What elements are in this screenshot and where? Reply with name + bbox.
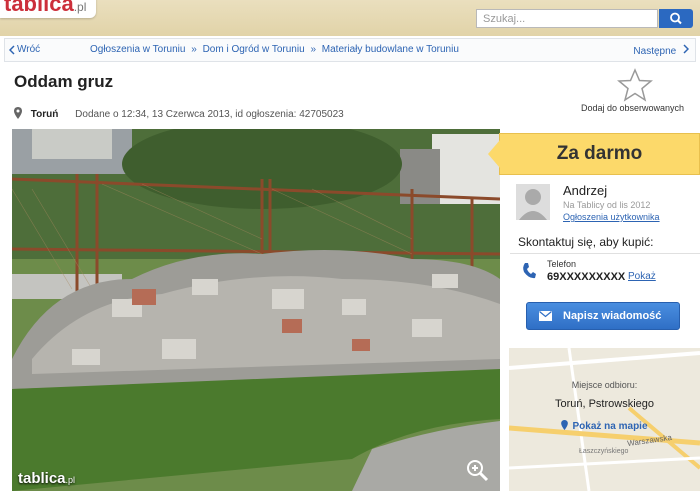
- avatar-icon: [516, 184, 550, 220]
- envelope-icon: [539, 311, 552, 321]
- show-phone-link[interactable]: Pokaż: [628, 271, 656, 282]
- price-flap: [488, 140, 500, 168]
- photo-watermark: tablica.pl: [18, 470, 75, 487]
- contact-heading: Skontaktuj się, aby kupić:: [518, 235, 654, 249]
- phone-icon: [523, 263, 536, 279]
- breadcrumb-item[interactable]: Dom i Ogród w Toruniu: [203, 44, 305, 55]
- watermark-suffix: .pl: [65, 475, 76, 485]
- ad-photo[interactable]: tablica.pl: [12, 129, 500, 491]
- user-ads-link[interactable]: Ogłoszenia użytkownika: [563, 212, 660, 222]
- search-icon: [670, 12, 682, 25]
- logo-text: tablica: [4, 0, 74, 16]
- map-street-label: Łaszczyńskiego: [579, 448, 629, 455]
- pickup-place: Toruń, Pstrowskiego: [554, 398, 655, 410]
- location-pin-icon: [14, 107, 22, 119]
- next-label: Następne: [633, 46, 677, 57]
- next-chevron-icon: [683, 44, 690, 54]
- breadcrumb-separator: »: [191, 44, 197, 55]
- page-title: Oddam gruz: [14, 72, 114, 91]
- breadcrumb-bar: Wróć Ogłoszenia w Toruniu » Dom i Ogród …: [4, 38, 696, 62]
- logo-suffix: .pl: [73, 0, 87, 14]
- breadcrumb-separator: »: [310, 44, 316, 55]
- watermark-text: tablica: [18, 470, 66, 487]
- back-link[interactable]: Wróć: [17, 44, 40, 55]
- pickup-label: Miejsce odbioru:: [571, 380, 638, 390]
- send-message-button[interactable]: Napisz wiadomość: [526, 302, 680, 330]
- price-badge: Za darmo: [488, 133, 700, 175]
- ad-meta: Toruń Dodane o 12:34, 13 Czerwca 2013, i…: [14, 107, 344, 120]
- pickup-map[interactable]: Miejsce odbioru: Toruń, Pstrowskiego Pok…: [509, 348, 700, 491]
- ad-date-id: Dodane o 12:34, 13 Czerwca 2013, id ogło…: [75, 109, 344, 120]
- top-bar: tablica.pl Szukaj...: [0, 0, 700, 36]
- next-link[interactable]: Następne: [633, 44, 690, 57]
- user-name: Andrzej: [563, 183, 608, 198]
- back-chevron-icon: [9, 45, 15, 55]
- map-link-label: Pokaż na mapie: [572, 421, 648, 432]
- member-since: Na Tablicy od lis 2012: [563, 200, 651, 210]
- star-icon[interactable]: [616, 68, 654, 102]
- search-button[interactable]: [659, 9, 693, 28]
- phone-label: Telefon: [547, 259, 577, 269]
- breadcrumb: Ogłoszenia w Toruniu » Dom i Ogród w Tor…: [90, 44, 462, 55]
- observe-link[interactable]: Dodaj do obserwowanych: [581, 103, 684, 113]
- show-on-map-link[interactable]: Pokaż na mapie: [509, 420, 700, 432]
- ad-city[interactable]: Toruń: [31, 109, 59, 120]
- price-text: Za darmo: [556, 143, 643, 164]
- breadcrumb-item[interactable]: Ogłoszenia w Toruniu: [90, 44, 185, 55]
- send-message-label: Napisz wiadomość: [563, 310, 662, 322]
- divider: [510, 253, 700, 254]
- photo-image: [12, 129, 500, 491]
- site-logo[interactable]: tablica.pl: [0, 0, 97, 18]
- search-input[interactable]: Szukaj...: [476, 9, 658, 28]
- phone-number: 69XXXXXXXXX: [547, 271, 626, 283]
- zoom-icon[interactable]: [464, 457, 490, 483]
- map-pin-icon: [561, 420, 569, 430]
- breadcrumb-item[interactable]: Materiały budowlane w Toruniu: [322, 44, 459, 55]
